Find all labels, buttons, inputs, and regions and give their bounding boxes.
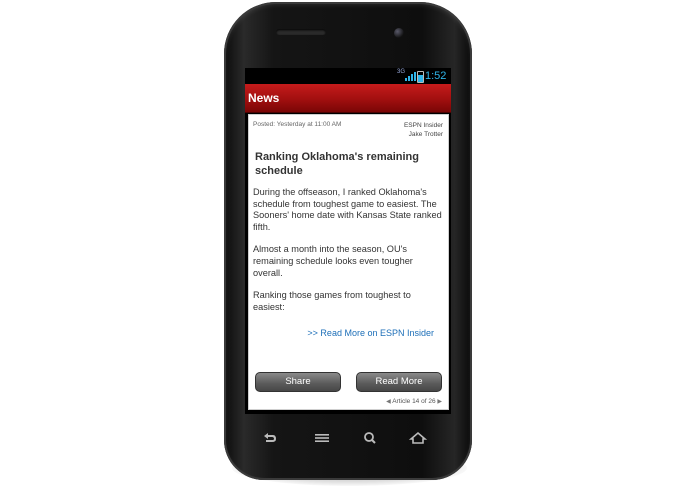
read-more-link[interactable]: >> Read More on ESPN Insider	[307, 328, 434, 338]
status-bar: 3G 1:52	[245, 68, 451, 84]
hardware-nav-bar	[246, 424, 450, 452]
article-pager: ◀ Article 14 of 26 ▶	[386, 398, 442, 405]
phone-screen: 3G 1:52 News Posted: Yesterday at 11:00 …	[245, 68, 451, 414]
prev-article-icon[interactable]: ◀	[386, 399, 391, 405]
app-title: News	[248, 91, 280, 105]
read-more-button[interactable]: Read More	[356, 372, 442, 392]
back-icon[interactable]	[260, 430, 280, 446]
share-button[interactable]: Share	[255, 372, 341, 392]
article-headline: Ranking Oklahoma's remaining schedule	[255, 151, 419, 177]
menu-icon[interactable]	[312, 430, 332, 446]
article-body: During the offseason, I ranked Oklahoma'…	[253, 187, 443, 324]
article-paragraph: Almost a month into the season, OU's rem…	[253, 244, 413, 278]
app-title-bar: News	[245, 84, 451, 113]
front-camera-icon	[394, 28, 404, 38]
article-author: Jake Trotter	[408, 131, 443, 138]
pager-label: Article 14 of 26	[392, 398, 436, 405]
search-icon[interactable]	[360, 430, 380, 446]
article-source: ESPN Insider	[403, 122, 443, 129]
posted-date: Posted: Yesterday at 11:00 AM	[253, 121, 342, 128]
network-type: 3G	[397, 69, 406, 75]
next-article-icon[interactable]: ▶	[437, 399, 442, 405]
article-card: Posted: Yesterday at 11:00 AM ESPN Insid…	[248, 114, 449, 410]
status-time: 1:52	[425, 70, 447, 82]
signal-icon	[405, 71, 416, 81]
article-paragraph: Ranking those games from toughest to eas…	[253, 290, 411, 312]
earpiece-speaker	[276, 29, 326, 35]
battery-icon	[417, 71, 424, 83]
article-paragraph: During the offseason, I ranked Oklahoma'…	[253, 187, 442, 232]
home-icon[interactable]	[408, 430, 428, 446]
article-byline: ESPN Insider Jake Trotter	[404, 121, 443, 139]
